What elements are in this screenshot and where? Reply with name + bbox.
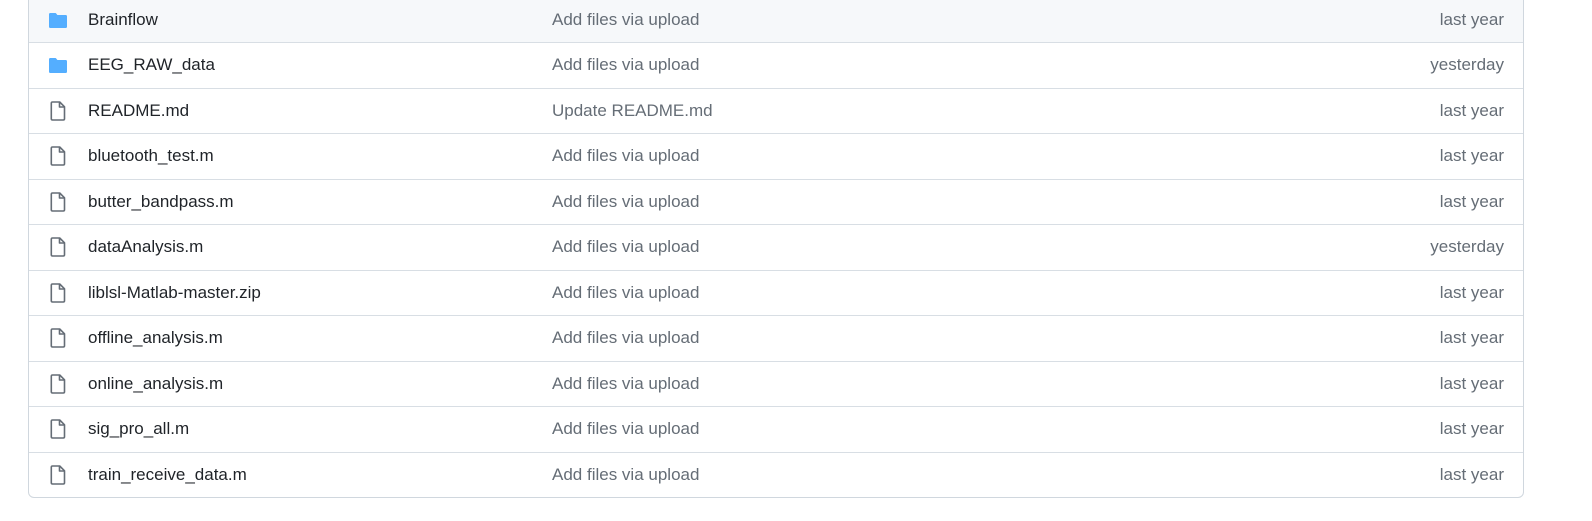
folder-icon (47, 9, 69, 31)
commit-message-link[interactable]: Add files via upload (552, 328, 699, 348)
file-name-link[interactable]: online_analysis.m (88, 374, 223, 394)
file-name-link[interactable]: liblsl-Matlab-master.zip (88, 283, 261, 303)
file-name-link[interactable]: butter_bandpass.m (88, 192, 234, 212)
commit-message-link[interactable]: Add files via upload (552, 374, 699, 394)
file-icon (47, 100, 69, 122)
file-icon (47, 236, 69, 258)
commit-message-link[interactable]: Add files via upload (552, 283, 699, 303)
file-name-link[interactable]: offline_analysis.m (88, 328, 223, 348)
last-modified-age: last year (1439, 373, 1504, 393)
commit-message-link[interactable]: Add files via upload (552, 192, 699, 212)
file-row[interactable]: EEG_RAW_data Add files via upload yester… (29, 42, 1523, 88)
file-name-link[interactable]: EEG_RAW_data (88, 55, 215, 75)
last-modified-age: last year (1439, 419, 1504, 439)
file-icon (47, 464, 69, 486)
file-row[interactable]: README.md Update README.md last year (29, 87, 1523, 134)
file-row[interactable]: butter_bandpass.m Add files via upload l… (29, 178, 1523, 225)
file-row[interactable]: sig_pro_all.m Add files via upload last … (29, 406, 1523, 452)
last-modified-age: last year (1439, 10, 1504, 29)
commit-message-link[interactable]: Add files via upload (552, 419, 699, 439)
file-row[interactable]: bluetooth_test.m Add files via upload la… (29, 133, 1523, 179)
last-modified-age: last year (1439, 282, 1504, 302)
last-modified-age: last year (1439, 191, 1504, 211)
file-name-link[interactable]: dataAnalysis.m (88, 237, 203, 257)
last-modified-age: last year (1439, 100, 1504, 120)
file-list-table: Brainflow Add files via upload last year… (28, 0, 1524, 498)
file-row[interactable]: Brainflow Add files via upload last year (29, 0, 1523, 42)
last-modified-age: last year (1439, 146, 1504, 166)
folder-icon (47, 54, 69, 76)
last-modified-age: last year (1439, 328, 1504, 348)
last-modified-age: yesterday (1430, 237, 1504, 257)
commit-message-link[interactable]: Add files via upload (552, 10, 699, 30)
file-icon (47, 191, 69, 213)
commit-message-link[interactable]: Add files via upload (552, 146, 699, 166)
commit-message-link[interactable]: Add files via upload (552, 465, 699, 485)
commit-message-link[interactable]: Add files via upload (552, 237, 699, 257)
commit-message-link[interactable]: Update README.md (552, 101, 713, 121)
file-name-link[interactable]: Brainflow (88, 10, 158, 30)
file-icon (47, 373, 69, 395)
file-name-link[interactable]: sig_pro_all.m (88, 419, 189, 439)
file-icon (47, 282, 69, 304)
file-row[interactable]: online_analysis.m Add files via upload l… (29, 360, 1523, 407)
file-row[interactable]: offline_analysis.m Add files via upload … (29, 315, 1523, 361)
file-icon (47, 418, 69, 440)
file-name-link[interactable]: README.md (88, 101, 189, 121)
file-row[interactable]: liblsl-Matlab-master.zip Add files via u… (29, 269, 1523, 316)
file-name-link[interactable]: bluetooth_test.m (88, 146, 214, 166)
file-icon (47, 327, 69, 349)
file-name-link[interactable]: train_receive_data.m (88, 465, 247, 485)
commit-message-link[interactable]: Add files via upload (552, 55, 699, 75)
file-row[interactable]: dataAnalysis.m Add files via upload yest… (29, 224, 1523, 270)
file-icon (47, 145, 69, 167)
last-modified-age: last year (1439, 464, 1504, 484)
file-row[interactable]: train_receive_data.m Add files via uploa… (29, 451, 1523, 498)
last-modified-age: yesterday (1430, 55, 1504, 75)
